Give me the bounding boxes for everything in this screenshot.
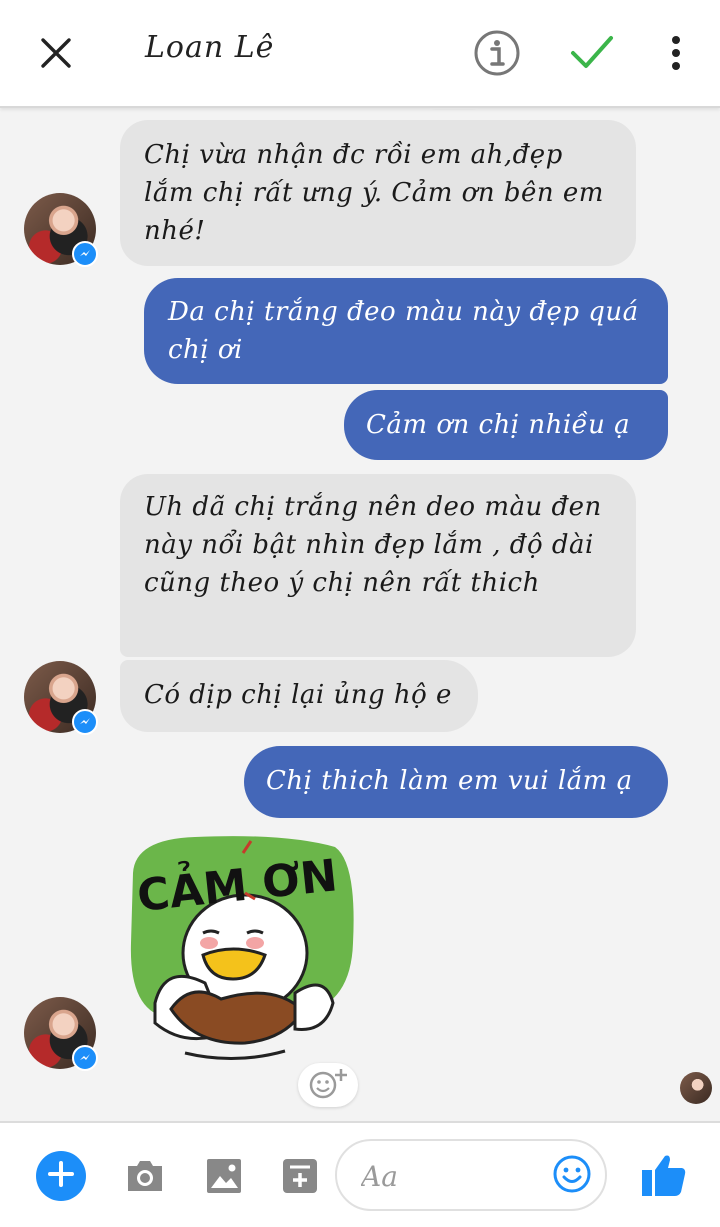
message-input[interactable] bbox=[359, 1155, 543, 1197]
add-icon bbox=[48, 1160, 74, 1192]
outgoing-message[interactable]: Chị thich làm em vui lắm ạ bbox=[244, 746, 668, 818]
emoji-icon[interactable] bbox=[551, 1153, 593, 1195]
check-icon[interactable] bbox=[568, 30, 616, 76]
contact-avatar[interactable] bbox=[24, 997, 98, 1071]
like-icon[interactable] bbox=[636, 1149, 692, 1201]
incoming-message[interactable]: Uh dã chị trắng nên deo màu đen này nổi … bbox=[120, 474, 636, 657]
incoming-message[interactable]: Chị vừa nhận đc rồi em ah,đẹp lắm chị rấ… bbox=[120, 120, 636, 266]
sticker-message[interactable]: CẢM ƠN bbox=[125, 833, 357, 1068]
message-input-wrapper bbox=[335, 1139, 607, 1211]
contact-avatar[interactable] bbox=[24, 193, 98, 267]
seen-indicator-avatar bbox=[680, 1072, 712, 1104]
messenger-badge-icon bbox=[72, 1045, 98, 1071]
incoming-message[interactable]: Có dịp chị lại ủng hộ e bbox=[120, 660, 478, 732]
camera-icon[interactable] bbox=[122, 1155, 168, 1197]
gallery-icon[interactable] bbox=[203, 1155, 245, 1197]
more-icon[interactable] bbox=[662, 30, 690, 76]
duck-sticker: CẢM ƠN bbox=[130, 836, 354, 1061]
info-icon[interactable] bbox=[472, 28, 522, 78]
contact-name[interactable]: Loan Lê bbox=[145, 30, 274, 65]
previous-message-edge bbox=[425, 108, 483, 110]
add-reaction-icon bbox=[307, 1067, 349, 1104]
outgoing-message[interactable]: Da chị trắng đeo màu này đẹp quá chị ơi bbox=[144, 278, 668, 384]
outgoing-message[interactable]: Cảm ơn chị nhiều ạ bbox=[344, 390, 668, 460]
composer-bar bbox=[0, 1121, 720, 1227]
add-reaction-button[interactable] bbox=[298, 1063, 358, 1107]
conversation-header: Loan Lê bbox=[0, 0, 720, 108]
contact-avatar[interactable] bbox=[24, 661, 98, 735]
messenger-badge-icon bbox=[72, 709, 98, 735]
messenger-badge-icon bbox=[72, 241, 98, 267]
close-icon[interactable] bbox=[36, 33, 76, 73]
sticker-icon[interactable] bbox=[279, 1155, 321, 1197]
add-button[interactable] bbox=[36, 1151, 86, 1201]
message-list[interactable]: Chị vừa nhận đc rồi em ah,đẹp lắm chị rấ… bbox=[0, 108, 720, 1121]
